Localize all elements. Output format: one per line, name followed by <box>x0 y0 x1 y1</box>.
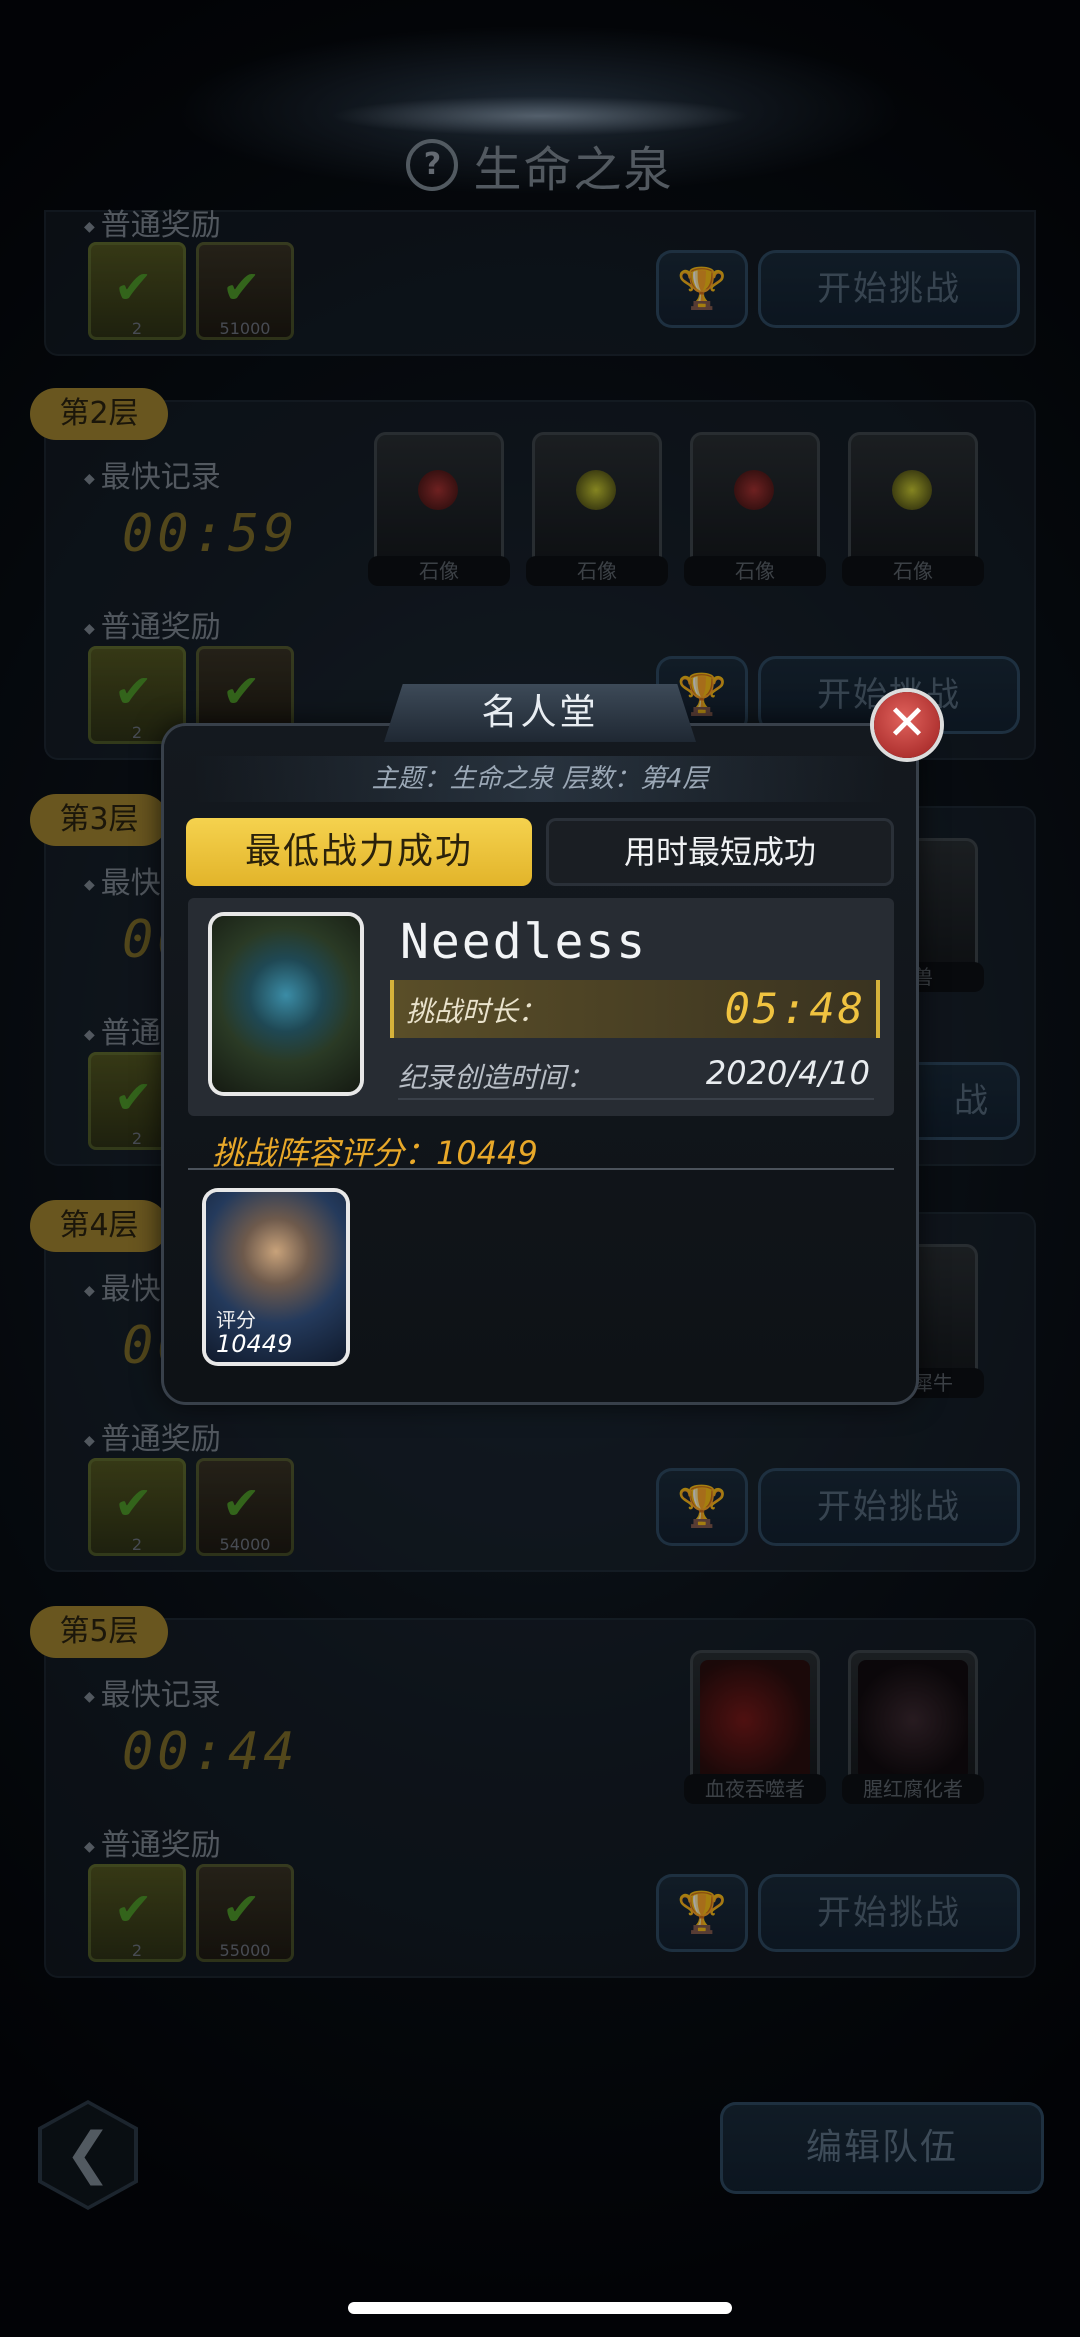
home-indicator[interactable] <box>348 2302 732 2314</box>
divider <box>188 1168 894 1170</box>
created-label: 纪录创造时间： <box>398 1061 595 1094</box>
duration-value: 05:48 <box>724 984 866 1033</box>
tab-lowest-power[interactable]: 最低战力成功 <box>186 818 532 886</box>
tab-shortest-time[interactable]: 用时最短成功 <box>546 818 894 886</box>
close-icon[interactable]: ✕ <box>874 692 940 758</box>
duration-label: 挑战时长： <box>406 995 547 1028</box>
dialog-subtitle: 主题：生命之泉 层数：第4层 <box>194 756 886 802</box>
hero-score-label: 评分 <box>216 1308 256 1332</box>
duration-row: 挑战时长： 05:48 <box>390 980 880 1038</box>
hero-card[interactable]: 评分 10449 <box>206 1192 346 1362</box>
hall-of-fame-dialog: 主题：生命之泉 层数：第4层 最低战力成功 用时最短成功 Needless 挑战… <box>164 726 916 1402</box>
record-panel: Needless 挑战时长： 05:48 纪录创造时间： 2020/4/10 <box>188 898 894 1116</box>
dialog-title: 名人堂 <box>384 684 696 742</box>
hero-score-value: 10449 <box>216 1330 293 1358</box>
player-name: Needless <box>400 914 648 970</box>
created-value: 2020/4/10 <box>705 1054 870 1092</box>
player-avatar[interactable] <box>212 916 360 1092</box>
created-row: 纪录创造时间： 2020/4/10 <box>398 1054 874 1100</box>
